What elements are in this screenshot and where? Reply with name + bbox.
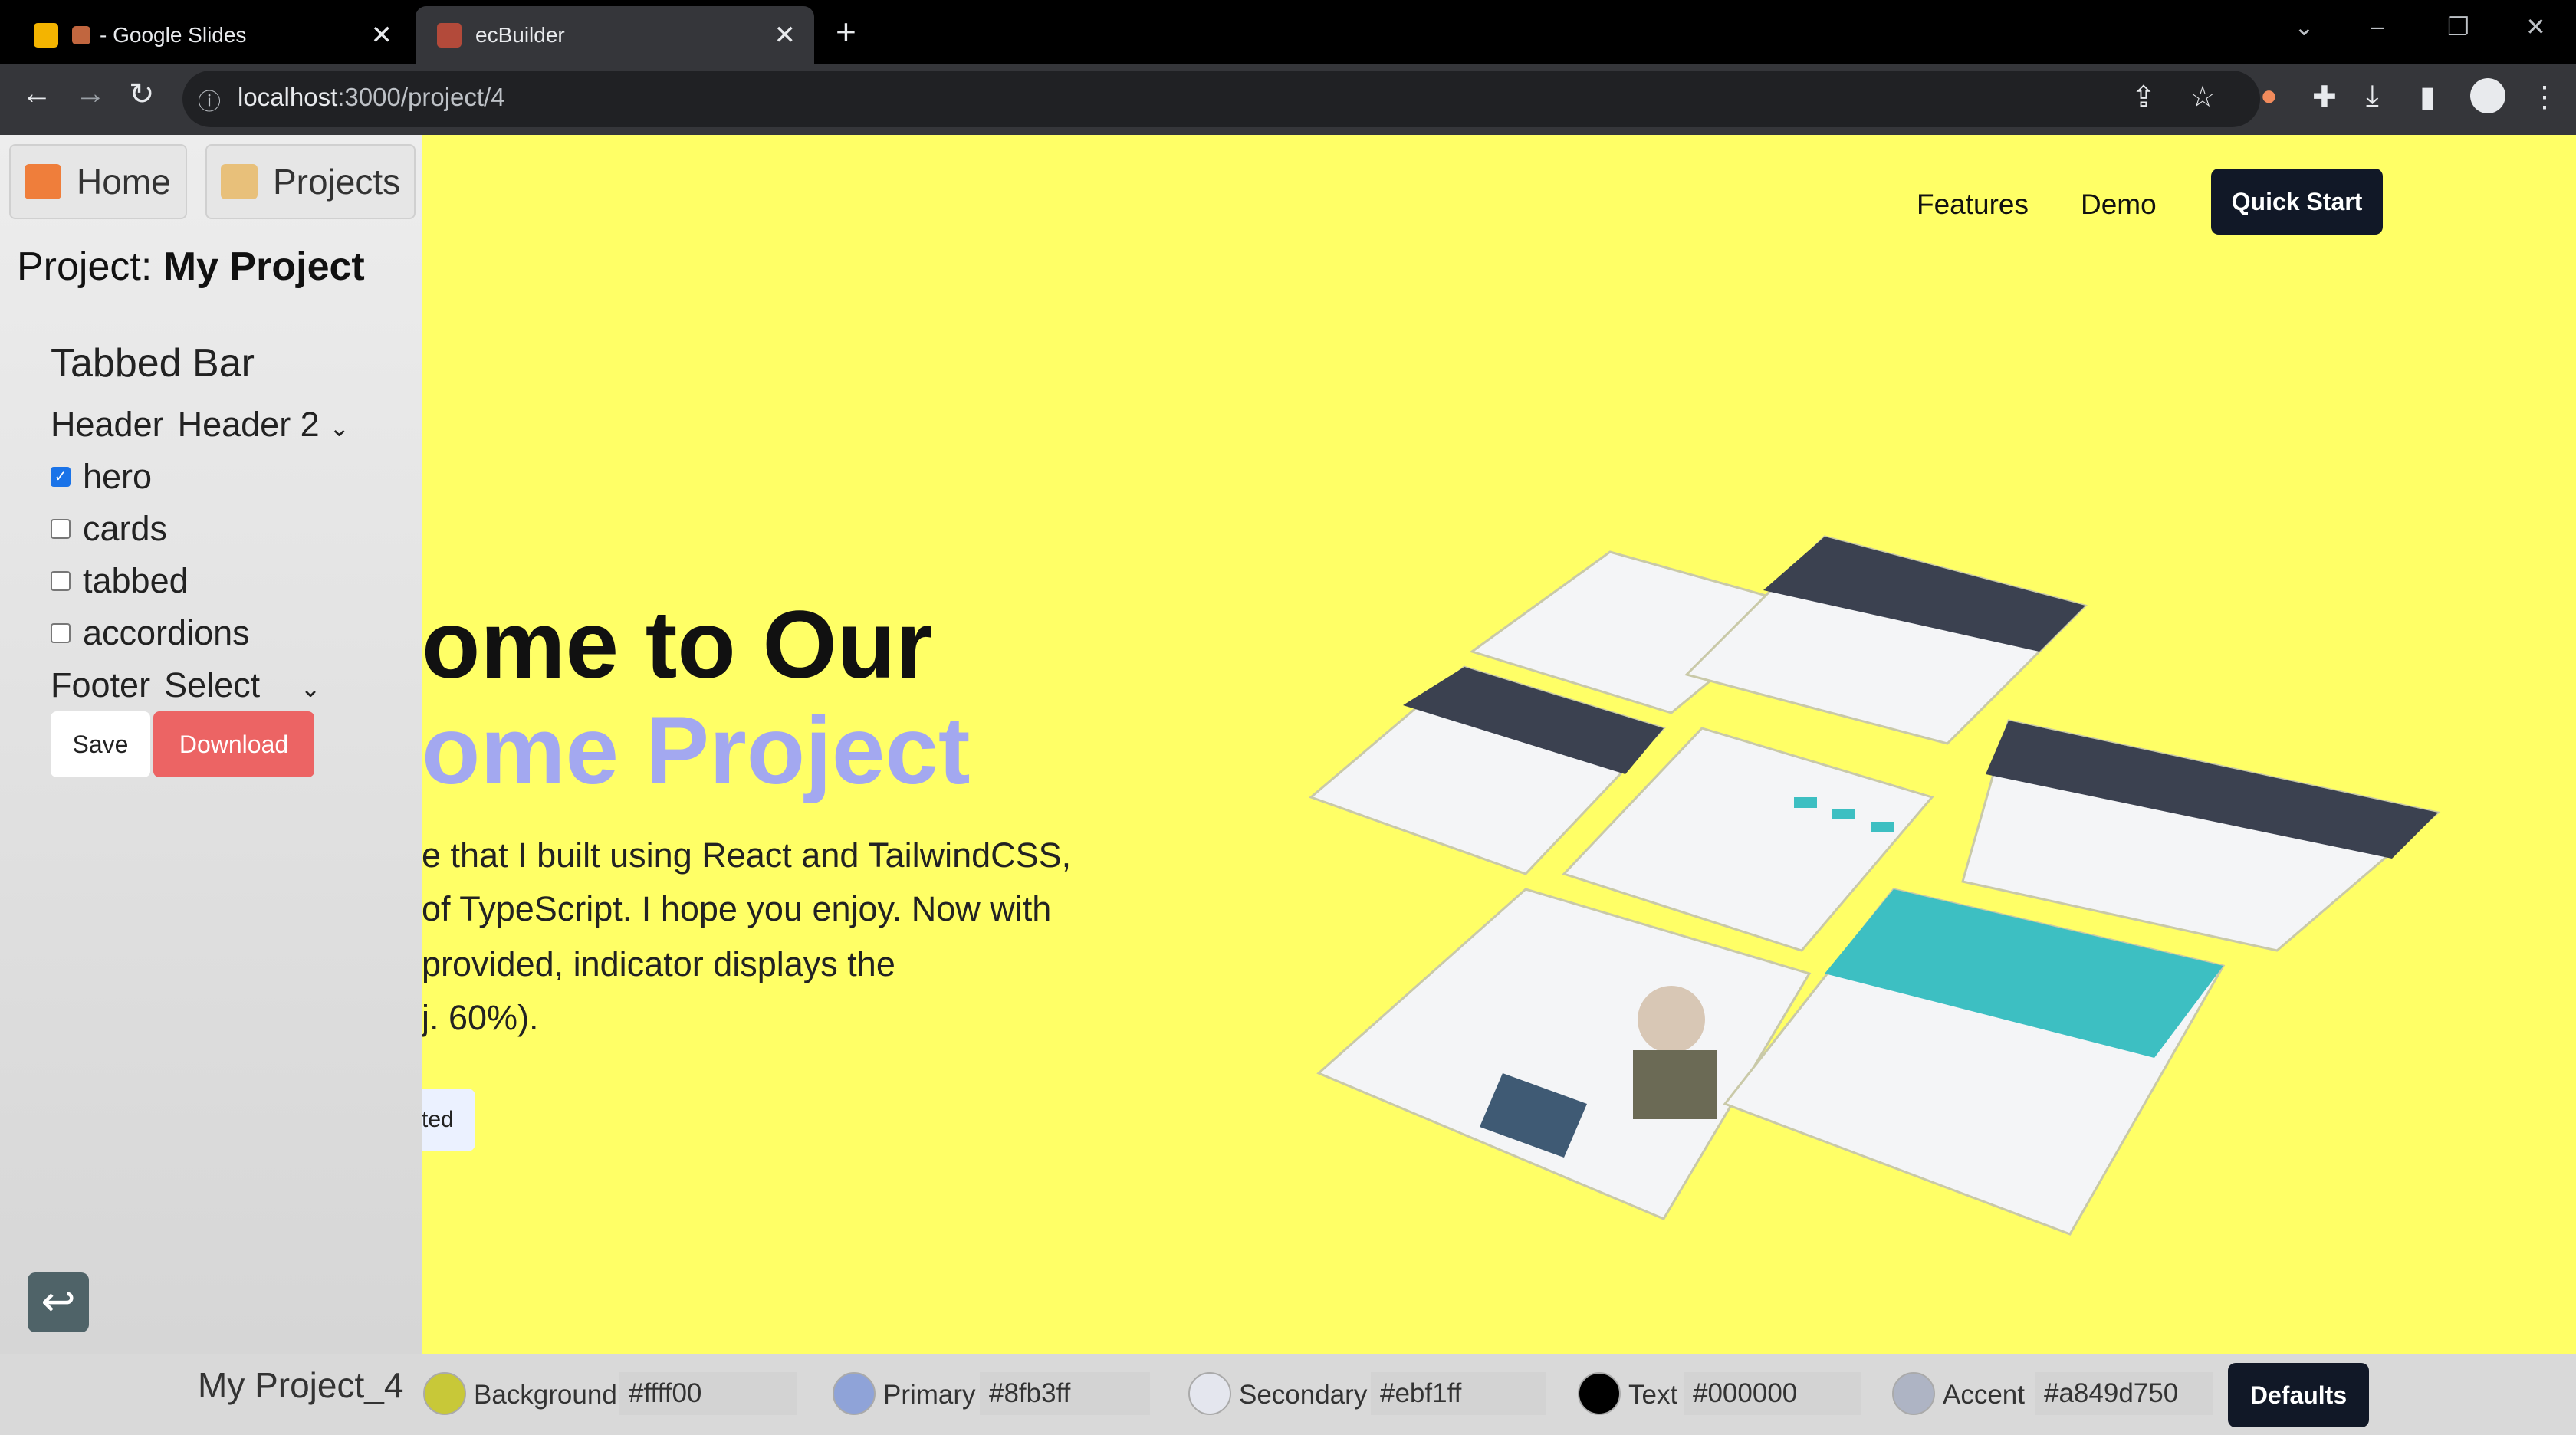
- hero-checkbox[interactable]: ✓: [51, 467, 71, 487]
- info-icon[interactable]: ⓘ: [198, 83, 221, 117]
- text-label: Text: [1628, 1380, 1678, 1410]
- hero-paragraph-line: of TypeScript. I hope you enjoy. Now wit…: [422, 889, 1052, 928]
- tab-search-icon[interactable]: ⌄: [2294, 12, 2315, 41]
- tab-ecbuilder[interactable]: ecBuilder ✕: [416, 6, 814, 64]
- home-button[interactable]: Home: [9, 144, 187, 219]
- home-label: Home: [77, 162, 171, 202]
- forward-icon[interactable]: →: [75, 77, 106, 111]
- cards-checkbox[interactable]: [51, 519, 71, 539]
- option-cards[interactable]: cards: [51, 509, 167, 549]
- bookmark-star-icon[interactable]: ☆: [2190, 80, 2216, 114]
- chevron-down-icon: ⌄: [329, 414, 350, 442]
- option-label: cards: [83, 509, 168, 548]
- app-favicon-icon: [72, 25, 90, 44]
- hero-paragraph-line: e that I built using React and TailwindC…: [422, 836, 1072, 875]
- accent-label: Accent: [1943, 1380, 2025, 1410]
- extension-icon[interactable]: ●: [2260, 80, 2278, 113]
- tabbed-checkbox[interactable]: [51, 571, 71, 591]
- secondary-value-input[interactable]: #ebf1ff: [1371, 1372, 1546, 1415]
- background-color-swatch[interactable]: [423, 1372, 466, 1415]
- ecbuilder-favicon-icon: [437, 22, 462, 48]
- nav-features-link[interactable]: Features: [1917, 189, 2029, 221]
- accent-value-input[interactable]: #a849d750: [2035, 1372, 2213, 1415]
- footer-select-row: Footer Select ⌄: [51, 665, 320, 705]
- hero-paragraph-line: provided, indicator displays the: [422, 944, 895, 983]
- option-tabbed[interactable]: tabbed: [51, 561, 189, 601]
- download-icon[interactable]: ⤓: [2366, 80, 2379, 113]
- background-label: Background: [474, 1380, 617, 1410]
- projects-button[interactable]: Projects: [205, 144, 416, 219]
- quick-start-button[interactable]: Quick Start: [2211, 169, 2383, 235]
- tab-google-slides[interactable]: - Google Slides ✕: [12, 6, 411, 64]
- download-button[interactable]: Download: [153, 711, 314, 777]
- background-value-input[interactable]: #ffff00: [619, 1372, 797, 1415]
- tab-label: - Google Slides: [100, 22, 247, 47]
- option-accordions[interactable]: accordions: [51, 613, 250, 653]
- undo-icon[interactable]: ↩: [28, 1272, 89, 1332]
- footer-select[interactable]: Select ⌄: [164, 665, 320, 705]
- chevron-down-icon: ⌄: [300, 675, 321, 702]
- save-button[interactable]: Save: [51, 711, 150, 777]
- option-label: hero: [83, 457, 153, 496]
- hero-paragraph-line: j. 60%).: [422, 998, 539, 1037]
- side-panel-icon[interactable]: ▮: [2420, 80, 2436, 114]
- text-color-swatch[interactable]: [1578, 1372, 1621, 1415]
- close-window-icon[interactable]: ✕: [2525, 12, 2546, 41]
- close-tab-icon[interactable]: ✕: [371, 20, 393, 51]
- menu-dots-icon[interactable]: ⋮: [2530, 80, 2559, 114]
- hero-title-line2: ome Project: [422, 698, 971, 804]
- defaults-button[interactable]: Defaults: [2228, 1363, 2369, 1427]
- back-icon[interactable]: ←: [21, 77, 52, 111]
- primary-color-swatch[interactable]: [833, 1372, 876, 1415]
- project-title: Project: My Project: [17, 245, 365, 289]
- slides-favicon-icon: [34, 22, 58, 48]
- option-label: accordions: [83, 613, 250, 652]
- tab-label: ecBuilder: [475, 22, 565, 47]
- website-mockups-image: [1309, 535, 2441, 1236]
- hero-title-line1: ome to Our: [422, 592, 933, 698]
- extensions-puzzle-icon[interactable]: ✚: [2312, 80, 2337, 114]
- option-hero[interactable]: ✓ hero: [51, 457, 152, 497]
- text-value-input[interactable]: #000000: [1684, 1372, 1861, 1415]
- get-started-button[interactable]: ted: [422, 1089, 475, 1151]
- primary-value-input[interactable]: #8fb3ff: [980, 1372, 1150, 1415]
- accent-color-swatch[interactable]: [1892, 1372, 1935, 1415]
- new-tab-icon[interactable]: +: [836, 11, 856, 52]
- profile-avatar[interactable]: [2470, 78, 2505, 113]
- projects-icon: [221, 164, 258, 199]
- section-title: Tabbed Bar: [51, 341, 255, 386]
- share-icon[interactable]: ⇪: [2131, 80, 2156, 114]
- header-label: Header: [51, 405, 164, 444]
- restore-icon[interactable]: ❐: [2447, 12, 2469, 41]
- projects-label: Projects: [273, 162, 401, 202]
- footer-label: Footer: [51, 665, 151, 704]
- primary-label: Primary: [883, 1380, 976, 1410]
- minimize-icon[interactable]: –: [2371, 12, 2384, 41]
- close-tab-icon[interactable]: ✕: [774, 20, 797, 51]
- home-brick-icon: [25, 164, 61, 199]
- secondary-label: Secondary: [1239, 1380, 1368, 1410]
- reload-icon[interactable]: ↻: [129, 77, 155, 112]
- url-text: localhost:3000/project/4: [238, 83, 505, 111]
- option-label: tabbed: [83, 561, 189, 600]
- header-select-row: Header Header 2 ⌄: [51, 405, 350, 445]
- builder-sidebar: Home Projects Project: My Project Tabbed…: [0, 135, 422, 1354]
- nav-demo-link[interactable]: Demo: [2081, 189, 2157, 221]
- accordions-checkbox[interactable]: [51, 623, 71, 643]
- secondary-color-swatch[interactable]: [1188, 1372, 1231, 1415]
- header-select[interactable]: Header 2 ⌄: [178, 405, 350, 445]
- project-name-label: My Project_4: [198, 1365, 404, 1405]
